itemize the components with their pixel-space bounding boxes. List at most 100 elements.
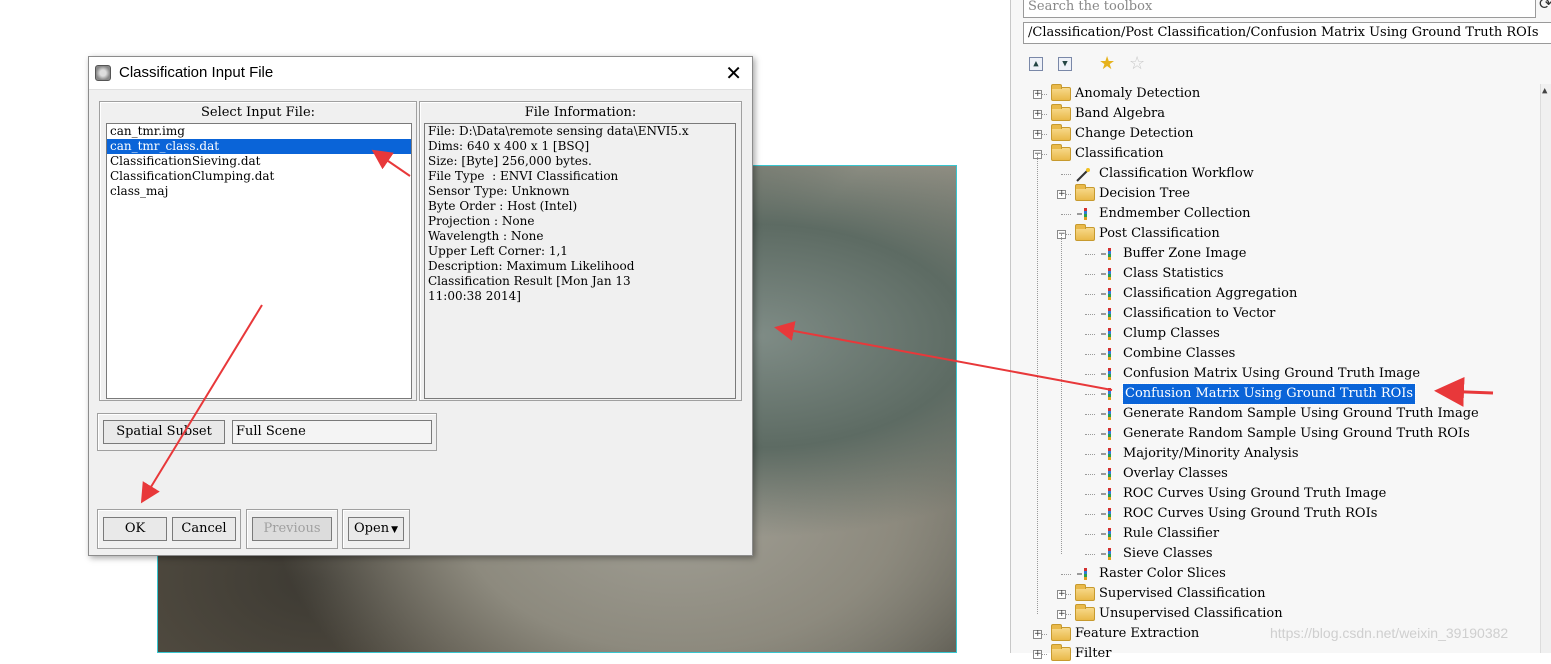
tree-item-overlay-classes[interactable]: Overlay Classes xyxy=(1011,464,1531,484)
expand-down-icon[interactable]: ▼ xyxy=(1058,57,1072,71)
tree-item-raster-color-slices[interactable]: Raster Color Slices xyxy=(1011,564,1531,584)
open-group: Open ▼ xyxy=(342,509,410,549)
toolbox-scrollbar[interactable]: ▲ xyxy=(1540,84,1551,653)
expand-icon[interactable]: + xyxy=(1033,110,1042,119)
tree-item-label: Band Algebra xyxy=(1075,106,1165,121)
tree-item-label: Majority/Minority Analysis xyxy=(1123,446,1299,461)
remove-favorite-star-icon[interactable]: ☆ xyxy=(1129,53,1145,74)
tree-item-generate-random-sample-using-ground-truth-image[interactable]: Generate Random Sample Using Ground Trut… xyxy=(1011,404,1531,424)
file-info-line: Description: Maximum Likelihood xyxy=(428,259,635,273)
file-list-item[interactable]: class_maj xyxy=(107,184,411,199)
tool-icon xyxy=(1099,467,1113,481)
file-info-line: Sensor Type: Unknown xyxy=(428,184,570,198)
tool-icon xyxy=(1099,407,1113,421)
tree-item-label: Anomaly Detection xyxy=(1075,86,1201,101)
tree-item-label: Generate Random Sample Using Ground Trut… xyxy=(1123,426,1470,441)
tool-icon xyxy=(1099,547,1113,561)
expand-icon[interactable]: + xyxy=(1033,630,1042,639)
folder-icon xyxy=(1075,224,1095,241)
tree-item-change-detection[interactable]: + Change Detection xyxy=(1011,124,1531,144)
file-info-line: File: D:\Data\remote sensing data\ENVI5.… xyxy=(428,124,689,138)
tree-item-unsupervised-classification[interactable]: + Unsupervised Classification xyxy=(1011,604,1531,624)
expand-icon[interactable]: + xyxy=(1033,90,1042,99)
file-info-line: File Type : ENVI Classification xyxy=(428,169,619,183)
tree-item-label: Classification xyxy=(1075,146,1164,161)
file-information-panel: File Information: File: D:\Data\remote s… xyxy=(419,101,742,401)
tree-item-roc-curves-using-ground-truth-image[interactable]: ROC Curves Using Ground Truth Image xyxy=(1011,484,1531,504)
tool-icon xyxy=(1075,207,1089,221)
toolbox-search-input[interactable]: Search the toolbox xyxy=(1023,0,1536,18)
magic-wand-icon xyxy=(1075,167,1090,182)
folder-icon xyxy=(1075,604,1095,621)
file-information-header: File Information: xyxy=(524,105,637,120)
tree-item-label: Confusion Matrix Using Ground Truth Imag… xyxy=(1123,366,1421,381)
add-favorite-star-icon[interactable]: ★ xyxy=(1099,53,1115,74)
tree-item-clump-classes[interactable]: Clump Classes xyxy=(1011,324,1531,344)
tree-item-combine-classes[interactable]: Combine Classes xyxy=(1011,344,1531,364)
folder-icon xyxy=(1051,624,1071,641)
tree-item-confusion-matrix-using-ground-truth-image[interactable]: Confusion Matrix Using Ground Truth Imag… xyxy=(1011,364,1531,384)
tree-connector xyxy=(1085,474,1095,475)
tool-icon xyxy=(1099,387,1113,401)
tree-item-classification-aggregation[interactable]: Classification Aggregation xyxy=(1011,284,1531,304)
tree-item-class-statistics[interactable]: Class Statistics xyxy=(1011,264,1531,284)
tree-item-sieve-classes[interactable]: Sieve Classes xyxy=(1011,544,1531,564)
input-file-list[interactable]: can_tmr.img can_tmr_class.dat Classificati… xyxy=(106,123,412,399)
file-list-item[interactable]: can_tmr_class.dat xyxy=(107,139,411,154)
folder-icon xyxy=(1075,184,1095,201)
tree-item-classification-workflow[interactable]: Classification Workflow xyxy=(1011,164,1531,184)
open-label: Open xyxy=(354,521,390,536)
tree-item-confusion-matrix-using-ground-truth-rois[interactable]: Confusion Matrix Using Ground Truth ROIs xyxy=(1011,383,1531,405)
tree-item-filter[interactable]: + Filter xyxy=(1011,644,1531,664)
tree-item-rule-classifier[interactable]: Rule Classifier xyxy=(1011,524,1531,544)
spatial-subset-button[interactable]: Spatial Subset xyxy=(103,420,225,444)
refresh-icon[interactable]: ⟳ xyxy=(1539,0,1551,13)
collapse-up-icon[interactable]: ▲ xyxy=(1029,57,1043,71)
tree-connector xyxy=(1085,514,1095,515)
folder-icon xyxy=(1051,124,1071,141)
ok-button[interactable]: OK xyxy=(103,517,167,541)
tree-item-post-classification[interactable]: − Post Classification xyxy=(1011,224,1531,244)
file-info-line: Upper Left Corner: 1,1 xyxy=(428,244,568,258)
cancel-button[interactable]: Cancel xyxy=(172,517,236,541)
expand-icon[interactable]: + xyxy=(1033,650,1042,659)
dialog-titlebar[interactable]: Classification Input File ✕ xyxy=(89,57,752,90)
envi-app-icon xyxy=(95,65,111,81)
tool-icon xyxy=(1099,327,1113,341)
tree-item-label: Change Detection xyxy=(1075,126,1194,141)
expand-icon[interactable]: + xyxy=(1057,590,1066,599)
tree-item-buffer-zone-image[interactable]: Buffer Zone Image xyxy=(1011,244,1531,264)
close-icon[interactable]: ✕ xyxy=(725,61,742,85)
expand-icon[interactable]: + xyxy=(1057,610,1066,619)
previous-button[interactable]: Previous xyxy=(252,517,332,541)
tree-item-generate-random-sample-using-ground-truth-rois[interactable]: Generate Random Sample Using Ground Trut… xyxy=(1011,424,1531,444)
tree-connector xyxy=(1085,254,1095,255)
tree-item-classification-to-vector[interactable]: Classification to Vector xyxy=(1011,304,1531,324)
tree-item-anomaly-detection[interactable]: + Anomaly Detection xyxy=(1011,84,1531,104)
tree-item-label: Endmember Collection xyxy=(1099,206,1251,221)
tree-item-endmember-collection[interactable]: Endmember Collection xyxy=(1011,204,1531,224)
scroll-up-icon[interactable]: ▲ xyxy=(1542,86,1547,96)
expand-icon[interactable]: + xyxy=(1033,130,1042,139)
tool-icon xyxy=(1099,487,1113,501)
tool-icon xyxy=(1099,507,1113,521)
tool-icon xyxy=(1099,347,1113,361)
folder-icon xyxy=(1075,584,1095,601)
tree-item-label: Feature Extraction xyxy=(1075,626,1200,641)
expand-icon[interactable]: + xyxy=(1057,190,1066,199)
tool-icon xyxy=(1099,267,1113,281)
tree-item-supervised-classification[interactable]: + Supervised Classification xyxy=(1011,584,1531,604)
tree-item-label: Classification Aggregation xyxy=(1123,286,1298,301)
tree-item-majority-minority-analysis[interactable]: Majority/Minority Analysis xyxy=(1011,444,1531,464)
tree-item-band-algebra[interactable]: + Band Algebra xyxy=(1011,104,1531,124)
tree-item-classification[interactable]: − Classification xyxy=(1011,144,1531,164)
tree-item-label: Rule Classifier xyxy=(1123,526,1220,541)
file-list-item[interactable]: ClassificationSieving.dat xyxy=(107,154,411,169)
tree-item-roc-curves-using-ground-truth-rois[interactable]: ROC Curves Using Ground Truth ROIs xyxy=(1011,504,1531,524)
file-list-item[interactable]: can_tmr.img xyxy=(107,124,411,139)
tree-item-label: Confusion Matrix Using Ground Truth ROIs xyxy=(1121,383,1417,405)
tree-item-decision-tree[interactable]: + Decision Tree xyxy=(1011,184,1531,204)
file-list-item[interactable]: ClassificationClumping.dat xyxy=(107,169,411,184)
open-menu-button[interactable]: Open ▼ xyxy=(348,517,404,541)
tool-icon xyxy=(1099,427,1113,441)
